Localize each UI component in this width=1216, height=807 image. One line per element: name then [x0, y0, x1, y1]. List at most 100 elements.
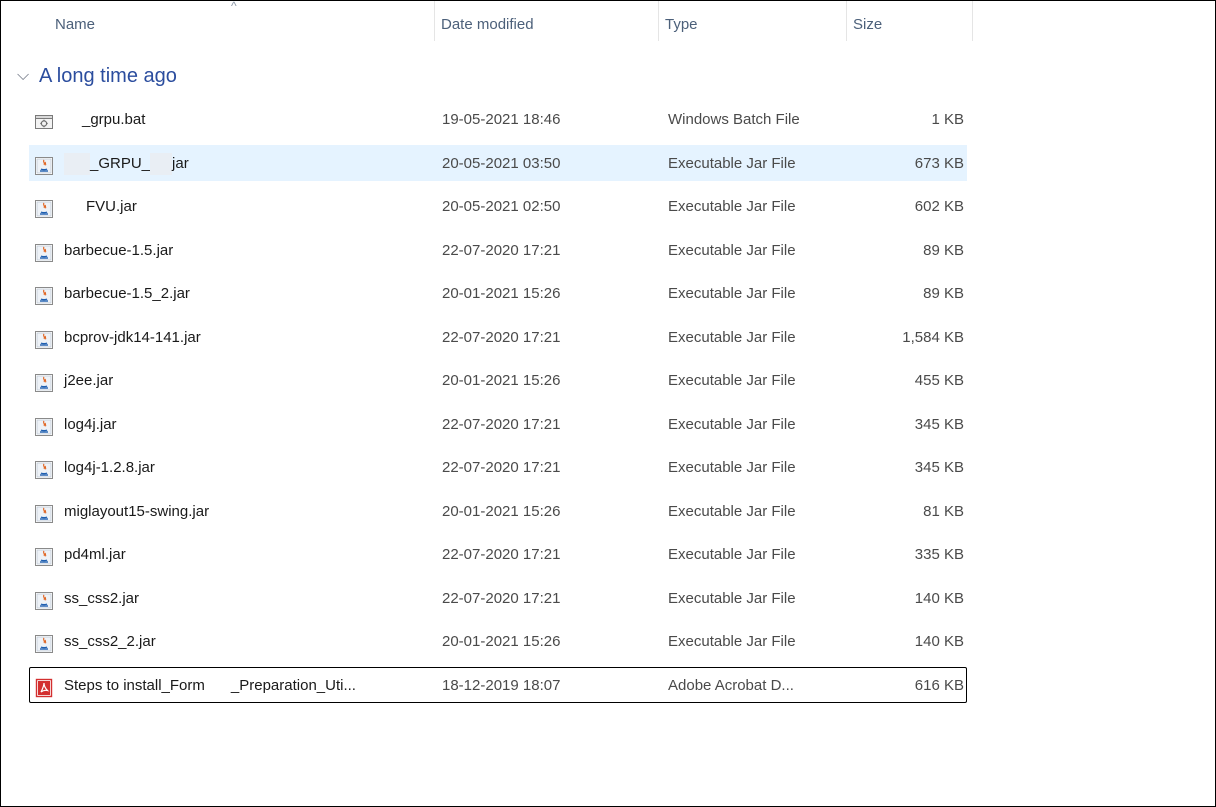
redacted-name-part	[150, 152, 173, 175]
file-row[interactable]: log4j-1.2.8.jar 22-07-2020 17:21 Executa…	[29, 449, 967, 485]
file-type: Executable Jar File	[668, 415, 796, 433]
file-size: 81 KB	[923, 502, 964, 520]
file-type: Executable Jar File	[668, 502, 796, 520]
file-name: j2ee.jar	[64, 372, 114, 389]
file-name-cell: barbecue-1.5.jar	[34, 233, 434, 269]
file-row[interactable]: barbecue-1.5_2.jar 20-01-2021 15:26 Exec…	[29, 275, 967, 311]
file-name: ss_css2.jar	[64, 589, 140, 607]
file-size: 602 KB	[914, 198, 964, 215]
file-size: 455 KB	[914, 372, 964, 389]
file-size: 89 KB	[923, 241, 964, 259]
file-row[interactable]: _grpu.bat 19-05-2021 18:46 Windows Batch…	[29, 101, 967, 137]
file-name: log4j.jar	[64, 415, 117, 433]
file-type: Executable Jar File	[668, 198, 796, 215]
file-name-cell: ss_css2.jar	[34, 581, 434, 617]
file-name: miglayout15-swing.jar	[64, 502, 210, 520]
redacted-name-part	[64, 152, 90, 175]
file-date: 20-01-2021 15:26	[442, 285, 561, 302]
file-name-cell: Steps to install_Form _Preparation_Uti..…	[34, 668, 434, 704]
file-size: 1,584 KB	[902, 328, 964, 346]
file-size: 140 KB	[914, 589, 964, 607]
column-header-name[interactable]: Name	[29, 1, 435, 41]
jar-file-icon	[34, 154, 54, 175]
file-row[interactable]: j2ee.jar 20-01-2021 15:26 Executable Jar…	[29, 362, 967, 398]
file-name-part: Steps to install_Form	[64, 676, 205, 694]
file-row-focused[interactable]: Steps to install_Form _Preparation_Uti..…	[29, 666, 967, 704]
file-row[interactable]: ss_css2.jar 22-07-2020 17:21 Executable …	[29, 580, 967, 616]
file-date: 20-01-2021 15:26	[442, 502, 561, 520]
group-title: A long time ago	[39, 64, 177, 87]
file-size: 616 KB	[914, 676, 964, 694]
jar-file-icon	[34, 241, 54, 262]
batch-file-icon	[34, 110, 54, 130]
file-size: 89 KB	[923, 285, 964, 302]
file-row[interactable]: _GRPU_ jar 20-05-2021 03:50 Executable J…	[29, 144, 967, 181]
redacted-name-part	[64, 109, 82, 131]
file-type: Executable Jar File	[668, 285, 796, 302]
file-size: 345 KB	[914, 459, 964, 476]
file-name-part: _Preparation_Uti...	[230, 676, 356, 694]
file-name-cell: pd4ml.jar	[34, 537, 434, 573]
file-name: barbecue-1.5.jar	[64, 241, 174, 259]
file-name-part: jar	[172, 154, 189, 172]
file-name-cell: log4j-1.2.8.jar	[34, 450, 434, 486]
jar-file-icon	[34, 284, 54, 305]
file-date: 20-05-2021 02:50	[442, 198, 561, 215]
file-row[interactable]: bcprov-jdk14-141.jar 22-07-2020 17:21 Ex…	[29, 319, 967, 355]
column-header-date-modified[interactable]: Date modified	[435, 1, 659, 41]
file-date: 20-01-2021 15:26	[442, 372, 561, 389]
file-type: Adobe Acrobat D...	[668, 676, 794, 694]
jar-file-icon	[34, 328, 54, 349]
jar-file-icon	[34, 415, 54, 436]
jar-file-icon	[34, 589, 54, 610]
file-name: FVU.jar	[86, 198, 137, 215]
redacted-name-part	[205, 675, 231, 697]
file-type: Executable Jar File	[668, 372, 796, 389]
file-row[interactable]: log4j.jar 22-07-2020 17:21 Executable Ja…	[29, 406, 967, 442]
file-row[interactable]: FVU.jar 20-05-2021 02:50 Executable Jar …	[29, 188, 967, 224]
file-row[interactable]: pd4ml.jar 22-07-2020 17:21 Executable Ja…	[29, 536, 967, 572]
column-header-type[interactable]: Type	[659, 1, 847, 41]
column-header-size[interactable]: Size	[847, 1, 973, 41]
file-size: 335 KB	[914, 546, 964, 563]
file-date: 22-07-2020 17:21	[442, 415, 561, 433]
file-date: 20-05-2021 03:50	[442, 154, 561, 172]
jar-file-icon	[34, 545, 54, 566]
chevron-down-icon[interactable]: ⌵	[17, 67, 33, 85]
file-date: 22-07-2020 17:21	[442, 546, 561, 563]
file-name: log4j-1.2.8.jar	[64, 459, 155, 476]
file-type: Windows Batch File	[668, 111, 800, 128]
file-name-cell: bcprov-jdk14-141.jar	[34, 320, 434, 356]
file-name: pd4ml.jar	[64, 546, 126, 563]
file-name-cell: _grpu.bat	[34, 102, 434, 138]
file-size: 345 KB	[914, 415, 964, 433]
file-name: barbecue-1.5_2.jar	[64, 285, 190, 302]
file-date: 22-07-2020 17:21	[442, 241, 561, 259]
file-name-cell: log4j.jar	[34, 407, 434, 443]
file-name-cell: barbecue-1.5_2.jar	[34, 276, 434, 312]
file-date: 22-07-2020 17:21	[442, 589, 561, 607]
jar-file-icon	[34, 632, 54, 653]
file-row[interactable]: miglayout15-swing.jar 20-01-2021 15:26 E…	[29, 493, 967, 529]
file-type: Executable Jar File	[668, 241, 796, 259]
file-type: Executable Jar File	[668, 154, 796, 172]
column-header-bar: ^ Name Date modified Type Size	[1, 0, 1215, 41]
file-size: 673 KB	[914, 154, 964, 172]
file-size: 1 KB	[931, 111, 964, 128]
file-date: 19-05-2021 18:46	[442, 111, 561, 128]
file-type: Executable Jar File	[668, 633, 796, 650]
file-list: _grpu.bat 19-05-2021 18:46 Windows Batch…	[29, 101, 967, 710]
file-explorer-details-view: ^ Name Date modified Type Size ⌵ A long …	[0, 0, 1216, 807]
file-type: Executable Jar File	[668, 328, 796, 346]
file-type: Executable Jar File	[668, 589, 796, 607]
file-type: Executable Jar File	[668, 546, 796, 563]
file-type: Executable Jar File	[668, 459, 796, 476]
jar-file-icon	[34, 502, 54, 523]
file-row[interactable]: ss_css2_2.jar 20-01-2021 15:26 Executabl…	[29, 623, 967, 659]
file-row[interactable]: barbecue-1.5.jar 22-07-2020 17:21 Execut…	[29, 232, 967, 268]
group-header[interactable]: ⌵ A long time ago	[17, 61, 177, 91]
file-date: 18-12-2019 18:07	[442, 676, 561, 694]
file-name-cell: FVU.jar	[34, 189, 434, 225]
jar-file-icon	[34, 197, 54, 218]
file-size: 140 KB	[914, 633, 964, 650]
